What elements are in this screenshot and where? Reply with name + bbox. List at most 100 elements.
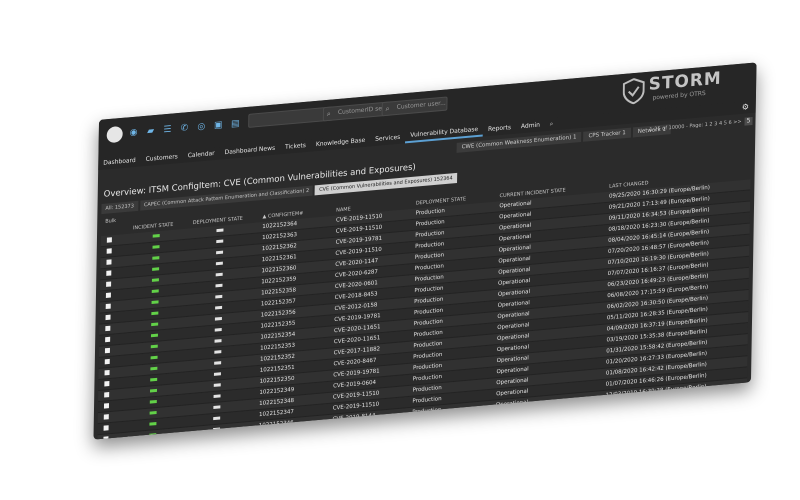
menu-calendar[interactable]: Calendar [183,147,220,162]
deployment-state-indicator [216,228,224,233]
customer-user-search-placeholder: Customer user... [396,99,446,111]
list-icon[interactable]: ☰ [162,125,172,136]
deployment-state: Production [414,252,445,261]
row-checkbox[interactable] [105,336,111,343]
bulk-label[interactable]: Bulk [105,218,116,225]
row-checkbox[interactable] [103,403,110,409]
configitem-number[interactable]: 1022152346 [259,419,294,430]
folder-icon[interactable]: ▰ [145,126,155,137]
row-checkbox[interactable] [106,281,112,287]
shield-logo-icon [622,78,645,105]
incident-state-indicator [149,410,157,415]
configitem-number[interactable]: 1022152345 [259,430,294,439]
deployment-state-indicator [215,261,223,266]
deployment-state: Production [414,263,444,272]
toolbar-icons: ◉ ▰ ☰ ✆ ◎ ▣ ▤ [129,119,241,139]
phone-icon[interactable]: ✆ [179,123,189,134]
current-incident-state: Operational [495,399,529,409]
deployment-state: Production [415,219,445,228]
row-checkbox[interactable] [105,303,111,310]
tab-all[interactable]: All: 152373 [101,200,138,215]
row-checkbox[interactable] [106,259,112,265]
menu-dashboard[interactable]: Dashboard [98,154,141,170]
cve-name[interactable]: CVE-2019-15759 [332,423,379,435]
deployment-state-indicator [216,239,224,244]
unlock-icon[interactable]: ▤ [230,119,240,130]
row-checkbox[interactable] [104,369,110,376]
current-incident-state: Operational [495,432,528,440]
view-icon[interactable]: ◎ [196,122,206,133]
incident-state-indicator [151,322,159,327]
menu-services[interactable]: Services [370,131,405,146]
cve-name[interactable]: CVE-2019-0708 [332,434,375,440]
incident-state-indicator [149,399,157,404]
search-icon[interactable]: ⌕ [545,118,559,131]
deployment-state: Production [412,396,442,405]
menu-customers[interactable]: Customers [141,151,183,167]
col-name[interactable]: NAME [336,206,351,213]
row-checkbox[interactable] [105,325,111,332]
row-checkbox[interactable] [105,314,111,321]
deployment-state: Production [413,351,443,361]
deployment-state-indicator [215,294,223,299]
current-incident-state: Operational [496,355,529,365]
current-incident-state: Operational [496,377,529,387]
deployment-state: Production [413,340,443,350]
incident-state-indicator [150,377,158,382]
tab-cps-tracker[interactable]: CPS Tracker 1 [583,127,631,142]
table-row[interactable]: 1022152341CVE-2019-8578ProductionOperati… [96,433,747,440]
row-checkbox[interactable] [104,347,110,354]
row-checkbox[interactable] [103,414,109,420]
row-checkbox[interactable] [106,270,112,276]
deployment-state: Production [415,230,445,239]
deployment-state: Production [412,362,443,372]
row-checkbox[interactable] [103,425,109,431]
menu-reports[interactable]: Reports [483,122,516,137]
incident-state-indicator [149,422,157,426]
incident-state-indicator [149,388,158,393]
incident-state-indicator [151,311,159,316]
fulltext-search-input[interactable] [248,106,335,128]
eye-icon[interactable]: ◉ [129,127,139,139]
deployment-state-indicator [215,283,223,288]
deployment-state: Production [415,208,445,217]
page-size-button[interactable]: 5 [744,116,753,126]
row-checkbox[interactable] [103,436,109,440]
current-incident-state: Operational [498,222,532,232]
lock-icon[interactable]: ▣ [213,120,223,131]
search-icon: ⌕ [326,109,331,119]
storm-window: ◉ ▰ ☰ ✆ ◎ ▣ ▤ ⌕ CustomerID se... ⌕ Custo… [93,62,757,440]
gear-icon[interactable]: ⚙ [742,102,750,112]
row-checkbox[interactable] [106,248,112,254]
row-checkbox[interactable] [104,358,110,365]
current-incident-state: Operational [495,410,528,420]
row-checkbox[interactable] [104,392,110,398]
row-checkbox[interactable] [105,292,111,298]
deployment-state: Production [411,429,442,438]
customer-user-search-input[interactable]: ⌕ Customer user... [381,96,448,117]
last-changed: 11/12/2019 16:35:20 (Europe/Berlin) [605,395,707,410]
row-checkbox[interactable] [106,237,112,243]
current-incident-state: Operational [495,421,528,431]
row-checkbox[interactable] [104,381,110,387]
current-incident-state: Operational [497,311,530,320]
deployment-state-indicator [212,438,220,440]
menu-tickets[interactable]: Tickets [280,140,311,155]
deployment-state: Production [414,285,444,295]
current-incident-state: Operational [497,288,531,298]
cve-name[interactable]: CVE-2019-8144 [332,412,375,424]
deployment-state-indicator [214,361,222,365]
deployment-state-indicator [216,250,224,255]
deployment-state-indicator [213,394,221,398]
last-changed: 10/08/2019 16:49:22 (Europe/Berlin) [604,417,706,433]
customer-id-search-placeholder: CustomerID se... [337,104,388,117]
avatar[interactable] [106,125,123,144]
current-incident-state: Operational [497,333,530,343]
deployment-state: Production [413,318,443,328]
deployment-state-indicator [215,272,223,277]
current-incident-state: Operational [496,388,529,398]
incident-state-indicator [149,433,157,437]
menu-admin[interactable]: Admin [516,119,545,134]
deployment-state: Production [415,241,445,250]
deployment-state: Production [412,407,442,416]
